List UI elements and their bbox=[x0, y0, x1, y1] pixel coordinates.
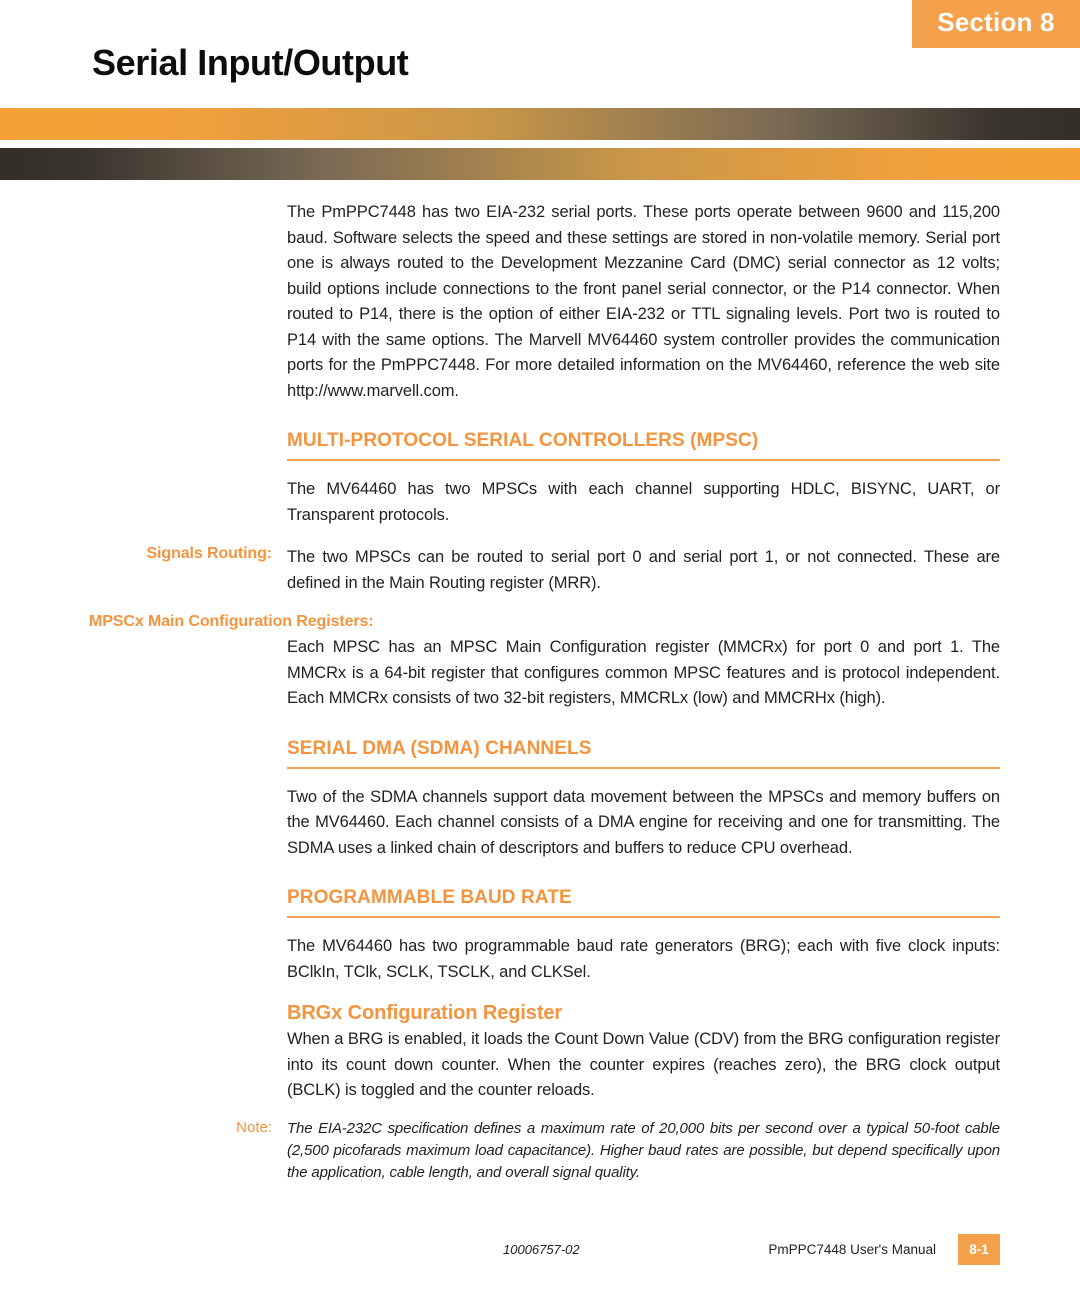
note-label: Note: bbox=[236, 1118, 272, 1136]
paragraph-baud-rate: The MV64460 has two programmable baud ra… bbox=[287, 937, 1000, 981]
mpscx-registers-label: MPSCx Main Configuration Registers: bbox=[89, 613, 374, 630]
signals-routing-row: Signals Routing: The two MPSCs can be ro… bbox=[146, 545, 1000, 596]
page-footer: 10006757-02 PmPPC7448 User's Manual 8-1 bbox=[0, 1234, 1080, 1268]
content-column: The PmPPC7448 has two EIA-232 serial por… bbox=[89, 200, 1000, 1184]
signals-routing-label: Signals Routing: bbox=[146, 545, 272, 562]
section-heading-baud-rate: PROGRAMMABLE BAUD RATE bbox=[287, 887, 1000, 918]
note-text: The EIA-232C specification defines a max… bbox=[287, 1119, 1000, 1181]
section-sdma: SERIAL DMA (SDMA) CHANNELS bbox=[287, 738, 1000, 769]
footer-manual-title: PmPPC7448 User's Manual bbox=[768, 1242, 936, 1257]
section-heading-mpsc: MULTI-PROTOCOL SERIAL CONTROLLERS (MPSC) bbox=[287, 430, 1000, 461]
paragraph-sdma: Two of the SDMA channels support data mo… bbox=[287, 787, 1000, 857]
mpscx-registers-paragraph: Each MPSC has an MPSC Main Configuration… bbox=[287, 638, 1000, 707]
footer-page-number: 8-1 bbox=[958, 1234, 1000, 1265]
section-heading-sdma: SERIAL DMA (SDMA) CHANNELS bbox=[287, 738, 1000, 769]
sub-heading-brgx: BRGx Configuration Register bbox=[287, 1002, 563, 1024]
footer-document-id: 10006757-02 bbox=[503, 1242, 580, 1257]
signals-routing-paragraph: The two MPSCs can be routed to serial po… bbox=[287, 548, 1000, 592]
intro-paragraph: The PmPPC7448 has two EIA-232 serial por… bbox=[287, 203, 1000, 400]
paragraph-mpsc: The MV64460 has two MPSCs with each chan… bbox=[287, 480, 1000, 524]
note-block: Note: The EIA-232C specification defines… bbox=[236, 1118, 1000, 1184]
page-title: Serial Input/Output bbox=[92, 42, 409, 83]
header-gradient-bar-bottom bbox=[0, 148, 1080, 180]
header-gradient-bar-top bbox=[0, 108, 1080, 140]
section-badge: Section 8 bbox=[912, 0, 1080, 48]
paragraph-brgx: When a BRG is enabled, it loads the Coun… bbox=[287, 1030, 1000, 1099]
page-content: The PmPPC7448 has two EIA-232 serial por… bbox=[0, 200, 1080, 1184]
section-baud-rate: PROGRAMMABLE BAUD RATE bbox=[287, 887, 1000, 918]
page-header: Section 8 Serial Input/Output bbox=[0, 0, 1080, 104]
section-mpsc: MULTI-PROTOCOL SERIAL CONTROLLERS (MPSC) bbox=[287, 430, 1000, 461]
